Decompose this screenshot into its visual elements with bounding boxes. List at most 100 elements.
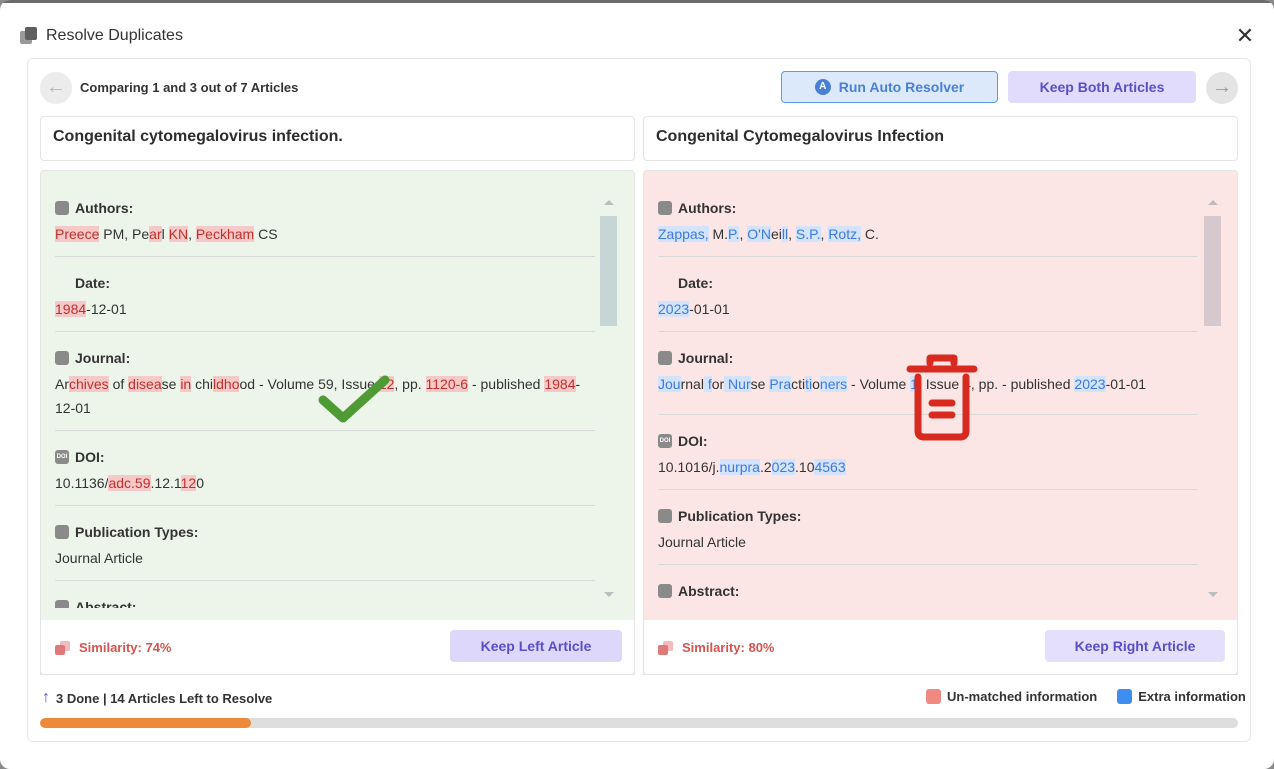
unmatched-text: disea (128, 376, 162, 392)
unmatched-text: 12 (180, 475, 197, 491)
extra-text: 2023 (658, 301, 690, 317)
text-segment: o (812, 376, 820, 392)
text-segment: chi (191, 376, 214, 392)
publication-types-icon (658, 509, 672, 523)
text-segment: l (161, 226, 169, 242)
unmatched-swatch (926, 689, 941, 704)
authors-field: Authors: Zappas, M.P., O'Neill, S.P., Ro… (658, 198, 1198, 257)
extra-text: Zappas, (658, 226, 709, 242)
resolve-status: ↑ 3 Done | 14 Articles Left to Resolve (42, 689, 272, 707)
text-segment: of (108, 376, 129, 392)
auto-resolver-icon: A (814, 79, 831, 95)
keep-both-articles-button[interactable]: Keep Both Articles (1008, 71, 1196, 103)
journal-icon (55, 351, 69, 365)
unmatched-text: chives (69, 376, 109, 392)
date-label: Date: (75, 275, 111, 291)
scroll-up-arrow-icon[interactable] (1208, 200, 1218, 205)
left-article-card: Authors: Preece PM, Pearl KN, Peckham CS… (40, 170, 635, 675)
dialog-header: Resolve Duplicates (20, 24, 183, 48)
keep-right-article-button[interactable]: Keep Right Article (1045, 630, 1225, 662)
close-icon[interactable]: ✕ (1233, 24, 1257, 48)
authors-icon (658, 201, 672, 215)
unmatched-text: Peckham (195, 226, 255, 242)
unmatched-text: KN (168, 226, 189, 242)
date-label: Date: (678, 275, 714, 291)
up-arrow-icon: ↑ (42, 689, 50, 706)
similarity-icon (658, 640, 674, 655)
right-scroll-thumb[interactable] (1204, 216, 1221, 326)
journal-label: Journal: (75, 350, 131, 366)
text-segment: Journal Article (658, 534, 746, 550)
scroll-up-arrow-icon[interactable] (604, 200, 614, 205)
abstract-label: Abstract: (678, 583, 740, 599)
abstract-icon (55, 600, 69, 608)
extra-text: 2023 (1074, 376, 1106, 392)
resolve-status-text: 3 Done | 14 Articles Left to Resolve (56, 690, 273, 706)
doi-field: DOI DOI: 10.1136/adc.59.12.1120 (55, 447, 595, 506)
unmatched-text: 1120-6 (425, 376, 469, 392)
left-scrollbar[interactable] (600, 200, 617, 600)
publication-types-value: Journal Article (55, 546, 595, 570)
right-scrollbar[interactable] (1204, 200, 1221, 600)
text-segment: M. (708, 226, 729, 242)
checkmark-icon (318, 375, 390, 423)
highlight-legend: Un-matched information Extra information (926, 689, 1246, 704)
resolve-progress-fill (40, 718, 251, 728)
trash-icon (906, 354, 978, 441)
text-segment: .10 (795, 459, 815, 475)
left-article-footer: Similarity: 74% Keep Left Article (40, 620, 635, 675)
unmatched-text: Preece (55, 226, 100, 242)
run-auto-resolver-button[interactable]: A Run Auto Resolver (781, 71, 998, 103)
authors-label: Authors: (75, 200, 134, 216)
publication-types-field: Publication Types: Journal Article (55, 522, 595, 581)
left-scroll-thumb[interactable] (600, 216, 617, 326)
date-icon (658, 276, 672, 290)
text-segment: .12.1 (150, 475, 181, 491)
text-segment: -01-01 (1105, 376, 1147, 392)
left-similarity: Similarity: 74% (55, 640, 172, 655)
keep-left-article-button[interactable]: Keep Left Article (450, 630, 622, 662)
doi-icon: DOI (55, 450, 69, 464)
resolve-progress-bar (40, 718, 1238, 728)
extra-text: P. (728, 226, 740, 242)
text-segment: -01-01 (689, 301, 730, 317)
doi-icon: DOI (658, 434, 672, 448)
left-similarity-text: Similarity: 74% (79, 640, 172, 655)
doi-value: 10.1016/j.nurpra.2023.104563 (658, 455, 1198, 479)
publication-types-label: Publication Types: (75, 524, 199, 540)
doi-label: DOI: (75, 449, 105, 465)
date-field: Date: 1984-12-01 (55, 273, 595, 332)
extra-text: 023 (771, 459, 796, 475)
journal-label: Journal: (678, 350, 734, 366)
previous-pair-button[interactable]: ← (40, 72, 72, 104)
date-field: Date: 2023-01-01 (658, 273, 1198, 332)
next-pair-button[interactable]: → (1206, 72, 1238, 104)
right-similarity: Similarity: 80% (658, 640, 775, 655)
authors-value: Preece PM, Pearl KN, Peckham CS (55, 222, 595, 246)
window-top-edge (0, 0, 1274, 3)
date-icon (55, 276, 69, 290)
text-segment: -12-01 (86, 301, 127, 317)
text-segment: , pp. (394, 376, 426, 392)
text-segment: - published (468, 376, 545, 392)
extra-text: S.P. (795, 226, 821, 242)
unmatched-text: adc.59 (108, 475, 151, 491)
date-value: 2023-01-01 (658, 297, 1198, 321)
extra-legend-label: Extra information (1138, 689, 1246, 704)
publication-types-icon (55, 525, 69, 539)
doi-value: 10.1136/adc.59.12.1120 (55, 471, 595, 495)
extra-text: Nur (724, 376, 751, 392)
date-value: 1984-12-01 (55, 297, 595, 321)
publication-types-label: Publication Types: (678, 508, 802, 524)
scroll-down-arrow-icon[interactable] (604, 592, 614, 597)
scroll-down-arrow-icon[interactable] (1208, 592, 1218, 597)
extra-text: Rotz, (828, 226, 861, 242)
text-segment: Journal Article (55, 550, 143, 566)
unmatched-text: in (180, 376, 192, 392)
text-segment: 10.1136/ (55, 475, 109, 491)
doi-label: DOI: (678, 433, 708, 449)
left-article-title: Congenital cytomegalovirus infection. (40, 116, 635, 161)
resolve-duplicates-dialog: Resolve Duplicates ✕ ← Comparing 1 and 3… (0, 0, 1274, 769)
unmatched-text: 1984 (55, 301, 87, 317)
unmatched-text: ldho (213, 376, 240, 392)
